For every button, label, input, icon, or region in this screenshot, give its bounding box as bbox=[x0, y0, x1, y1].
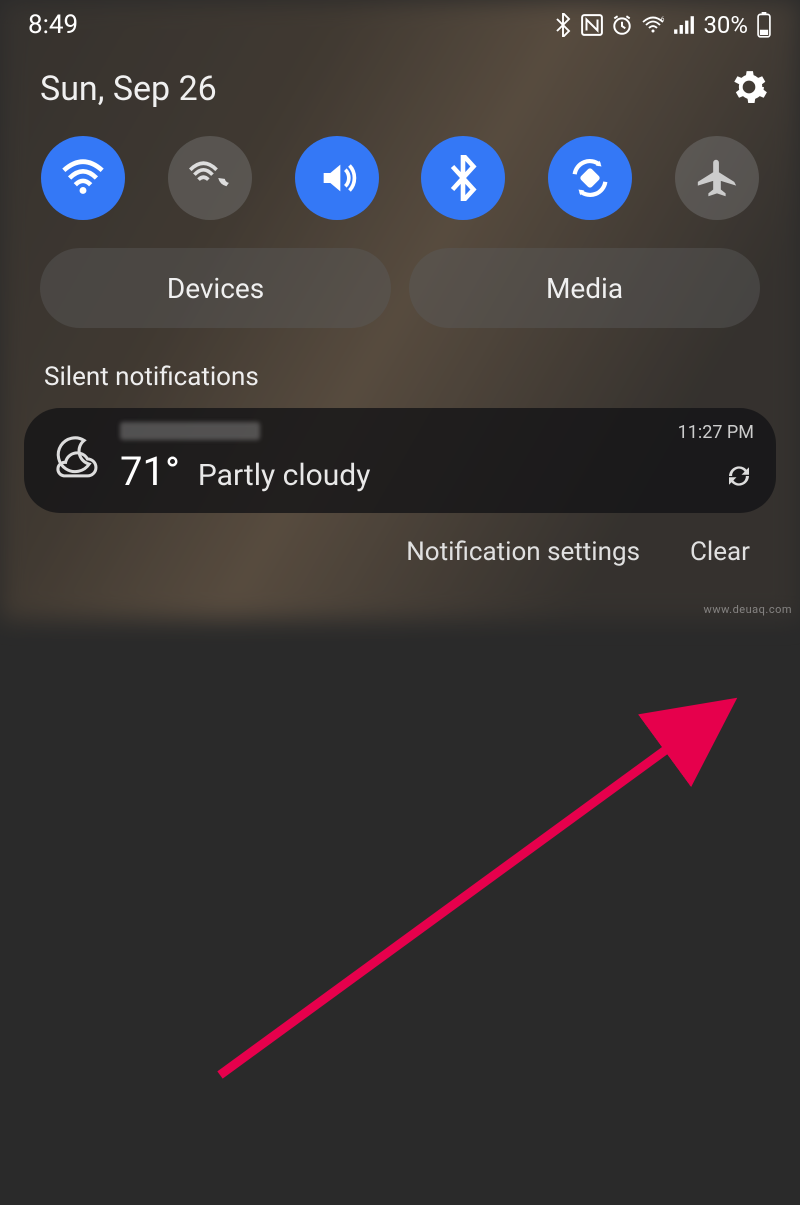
airplane-toggle[interactable] bbox=[675, 136, 759, 220]
wifi-calling-toggle[interactable] bbox=[168, 136, 252, 220]
status-icons: 6 30% bbox=[553, 11, 772, 39]
watermark: www.deuaq.com bbox=[704, 603, 792, 616]
weather-notification[interactable]: 71° Partly cloudy 11:27 PM bbox=[24, 408, 776, 513]
clock: 8:49 bbox=[28, 10, 78, 40]
settings-gear-button[interactable] bbox=[730, 68, 768, 110]
media-button[interactable]: Media bbox=[409, 248, 760, 328]
battery-text: 30% bbox=[703, 11, 748, 39]
bluetooth-toggle[interactable] bbox=[421, 136, 505, 220]
clear-button[interactable]: Clear bbox=[690, 537, 750, 567]
annotation-arrow bbox=[0, 585, 800, 1205]
app-name-redacted bbox=[120, 422, 260, 440]
sound-toggle[interactable] bbox=[295, 136, 379, 220]
bluetooth-icon bbox=[553, 13, 573, 37]
notification-settings-button[interactable]: Notification settings bbox=[406, 537, 640, 567]
rotate-toggle[interactable] bbox=[548, 136, 632, 220]
wifi-toggle[interactable] bbox=[41, 136, 125, 220]
notification-time: 11:27 PM bbox=[678, 422, 754, 443]
weather-condition: Partly cloudy bbox=[198, 458, 371, 493]
refresh-icon[interactable] bbox=[724, 461, 754, 495]
devices-label: Devices bbox=[167, 272, 264, 305]
temperature: 71° bbox=[120, 448, 180, 495]
signal-icon bbox=[673, 16, 695, 34]
status-bar: 8:49 6 30% bbox=[0, 0, 800, 46]
nfc-icon bbox=[581, 14, 603, 36]
silent-notifications-header: Silent notifications bbox=[0, 350, 800, 402]
quick-settings-row bbox=[0, 128, 800, 240]
night-cloud-icon bbox=[46, 434, 102, 484]
battery-icon bbox=[756, 12, 772, 38]
devices-button[interactable]: Devices bbox=[40, 248, 391, 328]
date-label: Sun, Sep 26 bbox=[40, 69, 217, 109]
svg-text:6: 6 bbox=[661, 16, 665, 23]
media-label: Media bbox=[546, 272, 623, 305]
alarm-icon bbox=[611, 14, 633, 36]
wifi-icon: 6 bbox=[641, 15, 665, 35]
